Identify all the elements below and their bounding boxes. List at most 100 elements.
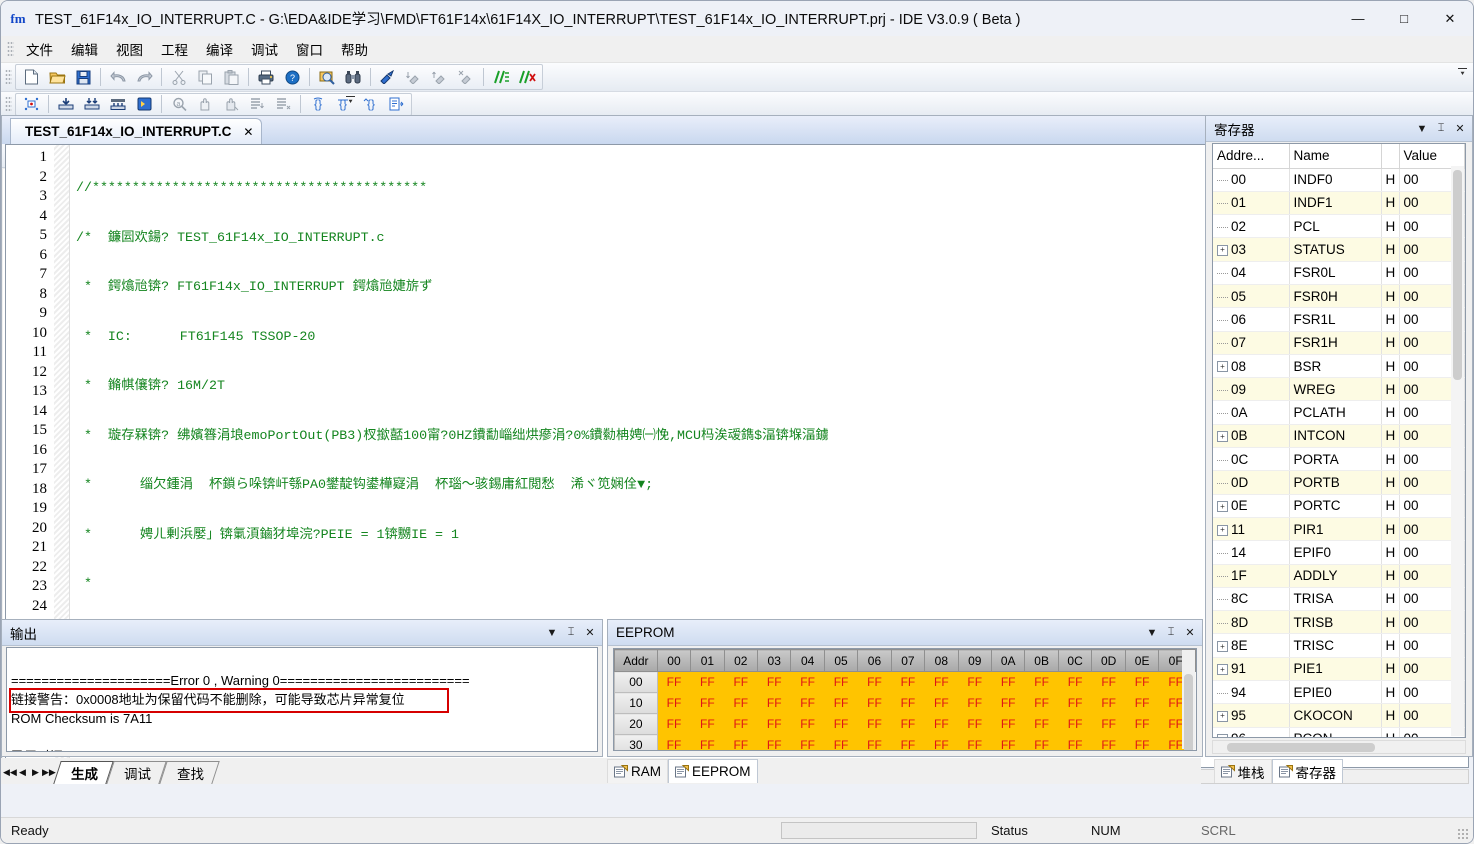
program-button[interactable] [80,93,104,116]
register-row[interactable]: +95 CKOCON H 00 [1213,703,1465,728]
eeprom-cell[interactable]: FF [790,713,825,735]
eeprom-cell[interactable]: FF [857,671,892,693]
register-row[interactable]: +91 PIE1 H 00 [1213,657,1465,682]
eeprom-cell[interactable]: FF [857,713,892,735]
build-button[interactable] [489,66,513,89]
eeprom-cell[interactable]: FF [790,734,825,750]
debug-toolbar-grip[interactable] [5,95,12,113]
register-row[interactable]: 05 FSR0H H 00 [1213,284,1465,309]
eeprom-cell[interactable]: FF [1024,713,1059,735]
eeprom-cell[interactable]: FF [857,734,892,750]
eeprom-cell[interactable]: FF [890,713,926,735]
toolbar-grip[interactable] [5,68,12,86]
eeprom-cell[interactable]: FF [957,692,992,714]
eeprom-cell[interactable]: FF [656,671,692,693]
register-row[interactable]: 8C TRISA H 00 [1213,587,1465,612]
register-row[interactable]: 0A PCLATH H 00 [1213,400,1465,425]
eeprom-cell[interactable]: FF [1091,713,1126,735]
register-row[interactable]: +0E PORTC H 00 [1213,494,1465,518]
save-button[interactable] [71,66,95,89]
menu-edit[interactable]: 编辑 [62,36,107,62]
register-expander[interactable]: + [1217,431,1228,443]
tab-find[interactable]: 查找 [163,761,216,784]
next-bookmark-button[interactable] [402,66,426,89]
eeprom-cell[interactable]: FF [756,671,792,693]
eeprom-cell[interactable]: FF [1024,692,1059,714]
eeprom-cell[interactable]: FF [1057,734,1093,750]
tab-stack[interactable]: 堆栈 [1213,759,1272,783]
eeprom-cell[interactable]: FF [1091,734,1126,750]
last-tab-icon[interactable]: ▶▶ [42,767,56,778]
register-row[interactable]: 01 INDF1 H 00 [1213,191,1465,216]
eeprom-cell[interactable]: FF [690,713,725,735]
inspect-button[interactable]: a [167,93,191,116]
goto-line-button[interactable] [384,93,408,116]
register-row[interactable]: 1F ADDLY H 00 [1213,564,1465,588]
eeprom-cell[interactable]: FF [1124,671,1160,693]
panel-dropdown-icon[interactable]: ▼ [1144,625,1160,641]
eeprom-cell[interactable]: FF [924,692,959,714]
step-out-button[interactable] [271,93,295,116]
eeprom-cell[interactable]: FF [1124,692,1160,714]
panel-pin-icon[interactable]: ⌶ [1163,625,1179,641]
register-row[interactable]: +03 STATUS H 00 [1213,237,1465,262]
next-tab-icon[interactable]: ▶ [29,767,42,778]
eeprom-cell[interactable]: FF [756,734,792,750]
eeprom-cell[interactable]: FF [756,692,792,714]
register-row[interactable]: +8E TRISC H 00 [1213,633,1465,658]
run-debug-button[interactable] [132,93,156,116]
eeprom-cell[interactable]: FF [990,671,1026,693]
undo-button[interactable] [106,66,130,89]
register-vscrollbar[interactable] [1451,166,1464,736]
register-row[interactable]: +08 BSR H 00 [1213,354,1465,379]
register-name-header[interactable]: Name [1289,144,1382,169]
eeprom-cell[interactable]: FF [1057,692,1093,714]
first-tab-icon[interactable]: ◀◀ [3,767,17,778]
eeprom-cell[interactable]: FF [1091,671,1126,693]
panel-close-icon[interactable]: ✕ [1182,625,1198,641]
tab-build[interactable]: 生成 [57,761,110,784]
eeprom-cell[interactable]: FF [656,692,692,714]
eeprom-cell[interactable]: FF [990,692,1026,714]
pause-button[interactable] [219,93,243,116]
eeprom-cell[interactable]: FF [656,713,692,735]
panel-pin-icon[interactable]: ⌶ [1433,121,1449,137]
connect-device-button[interactable] [19,93,43,116]
menu-file[interactable]: 文件 [17,36,62,62]
eeprom-vscrollbar[interactable] [1182,650,1195,750]
scrollbar-thumb[interactable] [1453,170,1462,380]
register-expander[interactable]: + [1217,664,1228,676]
maximize-button[interactable]: □ [1381,1,1427,36]
eeprom-cell[interactable]: FF [1124,713,1160,735]
eeprom-cell[interactable]: FF [690,734,725,750]
register-addr-header[interactable]: Addre... [1213,144,1290,169]
register-row[interactable]: 00 INDF0 H 00 [1213,168,1465,192]
register-hscrollbar[interactable] [1212,740,1466,754]
register-row[interactable]: 0D PORTB H 00 [1213,470,1465,495]
eeprom-cell[interactable]: FF [957,671,992,693]
menu-debug[interactable]: 调试 [242,36,287,62]
eeprom-cell[interactable]: FF [1124,734,1160,750]
register-value-header[interactable]: Value [1399,144,1465,169]
register-expander[interactable]: + [1217,710,1228,722]
register-row[interactable]: 0C PORTA H 00 [1213,447,1465,472]
register-row[interactable]: +11 PIR1 H 00 [1213,517,1465,542]
panel-dropdown-icon[interactable]: ▼ [1414,121,1430,137]
eeprom-cell[interactable]: FF [790,671,825,693]
close-button[interactable]: ✕ [1427,1,1473,36]
eeprom-cell[interactable]: FF [823,692,859,714]
eeprom-cell[interactable]: FF [1024,734,1059,750]
toolbar-overflow-button[interactable]: ⯆ [1458,68,1467,78]
eeprom-cell[interactable]: FF [823,713,859,735]
find-in-files-button[interactable] [341,66,365,89]
cut-button[interactable] [167,66,191,89]
step-return-button[interactable]: {} [358,93,382,116]
panel-pin-icon[interactable]: ⌶ [563,625,579,641]
eeprom-cell[interactable]: FF [857,692,892,714]
halt-button[interactable] [193,93,217,116]
rebuild-button[interactable] [515,66,539,89]
tab-debug[interactable]: 调试 [110,761,163,784]
eeprom-cell[interactable]: FF [656,734,692,750]
register-expander[interactable]: + [1217,361,1228,373]
toggle-bookmark-button[interactable] [376,66,400,89]
